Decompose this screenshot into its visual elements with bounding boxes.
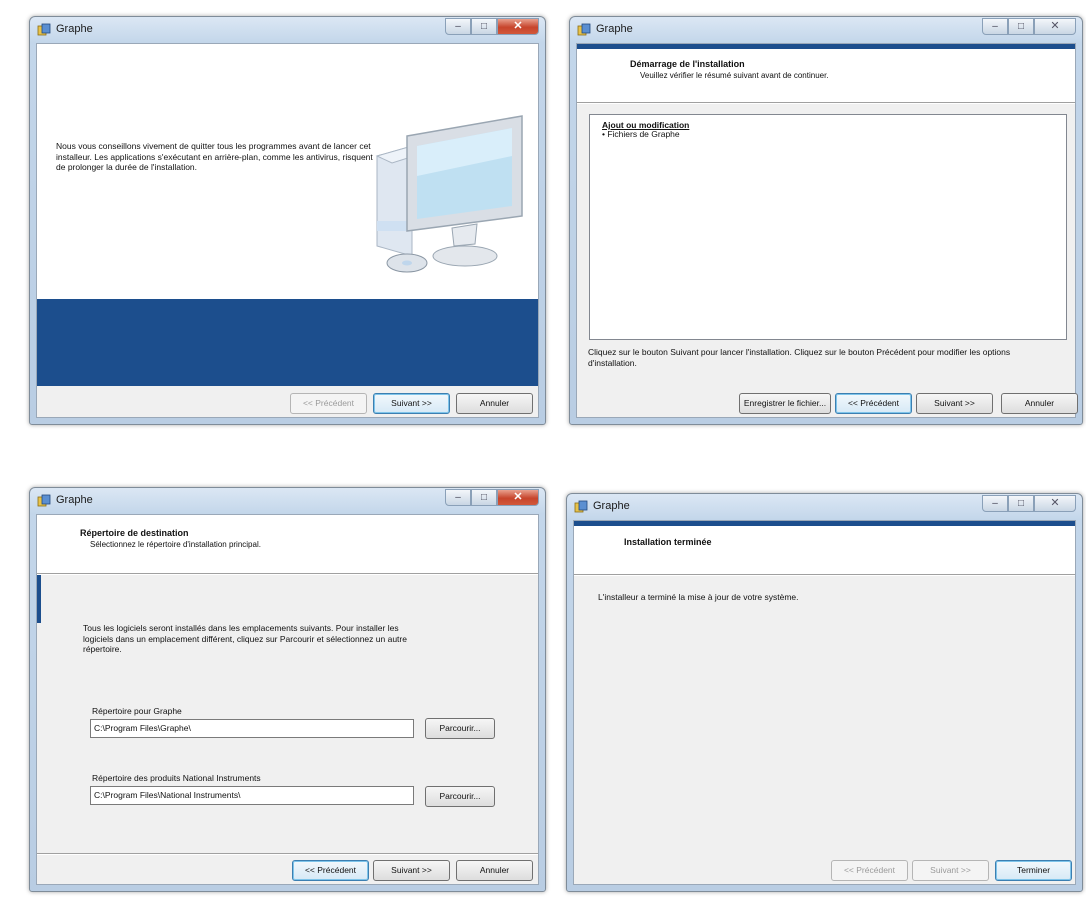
header-panel: Démarrage de l'installation Veuillez vér…	[577, 49, 1075, 102]
dialog-body: Nous vous conseillons vivement de quitte…	[36, 43, 539, 418]
next-button[interactable]: Suivant >>	[916, 393, 993, 414]
dialog-body: Démarrage de l'installation Veuillez vér…	[576, 43, 1078, 418]
installer-window-destination: Graphe – □ ✕ Répertoire de destination S…	[29, 487, 546, 892]
close-icon[interactable]: ✕	[497, 18, 539, 35]
completion-message: L'installeur a terminé la mise à jour de…	[598, 592, 799, 602]
welcome-message: Nous vous conseillons vivement de quitte…	[56, 141, 373, 172]
page-title: Démarrage de l'installation	[630, 59, 745, 69]
summary-item: • Fichiers de Graphe	[602, 129, 680, 139]
installer-window-summary: Graphe – □ ✕ Démarrage de l'installation…	[569, 16, 1083, 425]
close-icon[interactable]: ✕	[1034, 18, 1076, 35]
instructions-text: Cliquez sur le bouton Suivant pour lance…	[588, 347, 1011, 368]
computer-illustration-icon	[375, 115, 523, 273]
accent-stripe	[37, 575, 41, 623]
previous-button[interactable]: << Précédent	[290, 393, 367, 414]
page-title: Répertoire de destination	[80, 528, 189, 538]
installer-window-welcome: Graphe – □ ✕ Nous vous conseillons vivem…	[29, 16, 546, 425]
installer-icon	[577, 23, 591, 36]
save-file-button[interactable]: Enregistrer le fichier...	[739, 393, 831, 414]
intro-text: Tous les logiciels seront installés dans…	[83, 623, 407, 654]
header-divider	[574, 574, 1075, 576]
close-icon[interactable]: ✕	[497, 489, 539, 506]
header-panel: Répertoire de destination Sélectionnez l…	[37, 515, 538, 573]
page-subtitle: Veuillez vérifier le résumé suivant avan…	[640, 71, 829, 80]
page-title: Installation terminée	[624, 537, 712, 547]
installer-window-complete: Graphe – □ ✕ Installation terminée L'ins…	[566, 493, 1083, 892]
minimize-icon[interactable]: –	[982, 495, 1008, 512]
finish-button[interactable]: Terminer	[995, 860, 1072, 881]
previous-button[interactable]: << Précédent	[292, 860, 369, 881]
browse-button[interactable]: Parcourir...	[425, 786, 495, 807]
window-title: Graphe	[56, 494, 93, 506]
page-subtitle: Sélectionnez le répertoire d'installatio…	[90, 540, 261, 549]
dialog-body: Répertoire de destination Sélectionnez l…	[36, 514, 539, 885]
installer-icon	[37, 23, 51, 36]
cancel-button[interactable]: Annuler	[456, 860, 533, 881]
title-bar[interactable]: Graphe – □ ✕	[570, 17, 1082, 43]
title-bar[interactable]: Graphe – □ ✕	[30, 17, 545, 43]
maximize-icon[interactable]: □	[471, 18, 497, 35]
header-divider	[37, 573, 538, 575]
maximize-icon[interactable]: □	[471, 489, 497, 506]
graphe-dir-label: Répertoire pour Graphe	[92, 706, 182, 716]
summary-box[interactable]: Ajout ou modification • Fichiers de Grap…	[589, 114, 1067, 340]
previous-button[interactable]: << Précédent	[835, 393, 912, 414]
next-button[interactable]: Suivant >>	[373, 393, 450, 414]
installer-icon	[574, 500, 588, 513]
title-bar[interactable]: Graphe – □ ✕	[30, 488, 545, 514]
graphe-dir-field[interactable]: C:\Program Files\Graphe\	[90, 719, 414, 738]
previous-button[interactable]: << Précédent	[831, 860, 908, 881]
minimize-icon[interactable]: –	[445, 18, 471, 35]
minimize-icon[interactable]: –	[982, 18, 1008, 35]
close-icon[interactable]: ✕	[1034, 495, 1076, 512]
window-title: Graphe	[56, 23, 93, 35]
maximize-icon[interactable]: □	[1008, 18, 1034, 35]
minimize-icon[interactable]: –	[445, 489, 471, 506]
cancel-button[interactable]: Annuler	[456, 393, 533, 414]
browse-button[interactable]: Parcourir...	[425, 718, 495, 739]
installer-icon	[37, 494, 51, 507]
window-title: Graphe	[596, 23, 633, 35]
maximize-icon[interactable]: □	[1008, 495, 1034, 512]
ni-dir-label: Répertoire des produits National Instrum…	[92, 773, 261, 783]
accent-banner	[37, 299, 538, 386]
title-bar[interactable]: Graphe – □ ✕	[567, 494, 1082, 520]
header-divider	[577, 102, 1075, 104]
cancel-button[interactable]: Annuler	[1001, 393, 1078, 414]
next-button[interactable]: Suivant >>	[373, 860, 450, 881]
footer-divider	[37, 853, 538, 855]
window-title: Graphe	[593, 500, 630, 512]
next-button[interactable]: Suivant >>	[912, 860, 989, 881]
dialog-body: Installation terminée L'installeur a ter…	[573, 520, 1076, 885]
header-panel: Installation terminée	[574, 526, 1075, 574]
ni-dir-field[interactable]: C:\Program Files\National Instruments\	[90, 786, 414, 805]
